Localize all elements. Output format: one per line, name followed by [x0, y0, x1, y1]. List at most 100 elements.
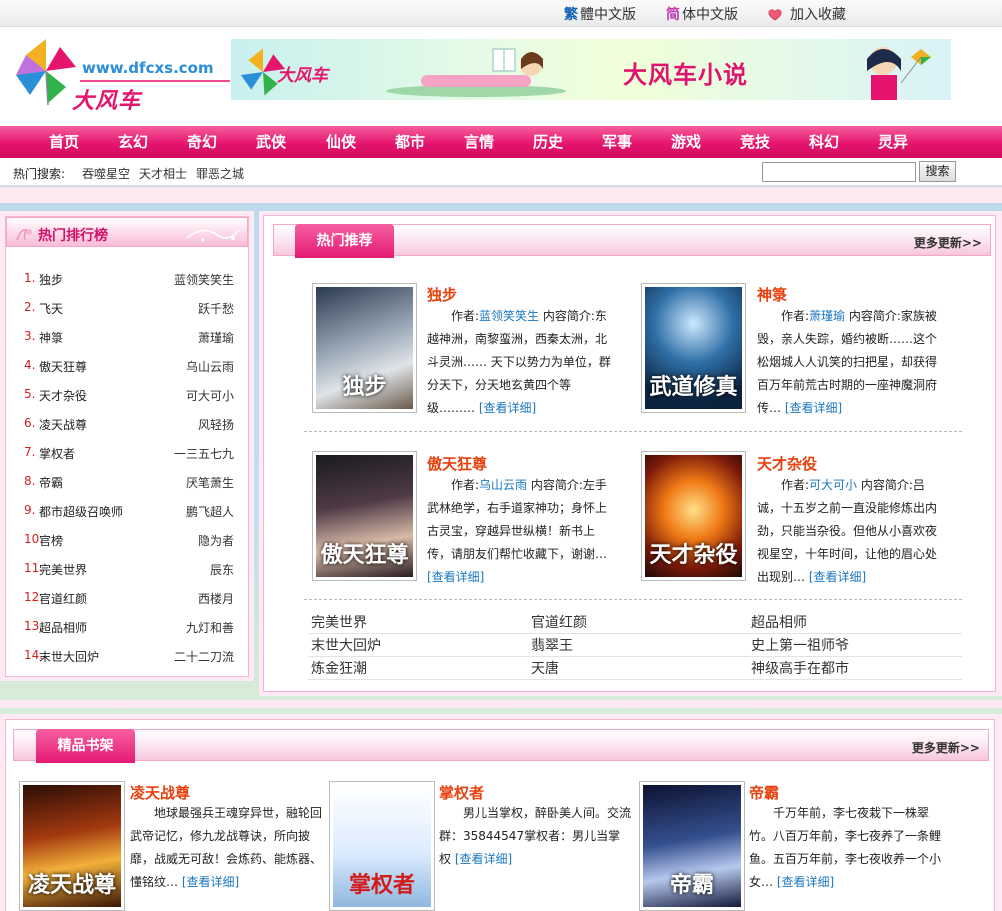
rank-title[interactable]: 独步	[39, 271, 63, 288]
author-link[interactable]: 乌山云雨	[479, 478, 527, 492]
book-title[interactable]: 傲天狂尊	[427, 453, 487, 474]
ranking-item[interactable]: 3. 神箓 萧瑾瑜	[24, 329, 234, 347]
book-title[interactable]: 独步	[427, 284, 457, 305]
cover-text: 帝霸	[669, 873, 714, 898]
recommend-link[interactable]: 神级高手在都市	[751, 658, 849, 678]
row-divider	[304, 431, 962, 432]
ranking-item[interactable]: 4. 傲天狂尊 乌山云雨	[24, 358, 234, 376]
hot-search-link[interactable]: 吞噬星空	[82, 165, 130, 182]
tab-hot-recommend[interactable]: 热门推荐	[295, 224, 394, 258]
book-cover[interactable]: 帝霸	[639, 781, 745, 911]
hot-search-link[interactable]: 罪恶之城	[196, 165, 244, 182]
nav-item-qihuan[interactable]: 奇幻	[172, 126, 232, 158]
view-detail-link[interactable]: [查看详细]	[809, 570, 866, 584]
nav-item-kehuan[interactable]: 科幻	[794, 126, 854, 158]
book-cover[interactable]: 独步	[312, 283, 417, 413]
nav-item-wuxia[interactable]: 武侠	[241, 126, 301, 158]
shelf-more-link[interactable]: 更多更新>>	[912, 739, 980, 756]
ranking-item[interactable]: 14. 末世大回炉 二十二刀流	[24, 648, 234, 666]
rank-number: 4.	[24, 358, 36, 372]
view-detail-link[interactable]: [查看详细]	[427, 570, 484, 584]
author-link[interactable]: 萧瑾瑜	[809, 309, 845, 323]
book-description: 千万年前，李七夜栽下一株翠竹。八百万年前，李七夜养了一条鲤鱼。五百万年前，李七夜…	[749, 802, 941, 902]
rank-author: 隐为者	[197, 534, 234, 548]
nav-item-junshi[interactable]: 军事	[587, 126, 647, 158]
book-cover[interactable]: 武道修真	[641, 283, 746, 413]
ranking-item[interactable]: 6. 凌天战尊 风轻扬	[24, 416, 234, 434]
view-detail-link[interactable]: [查看详细]	[777, 875, 834, 889]
book-intro: 内容简介:吕诚，十五岁之前一直没能修炼出内劲，只能当杂役。但他从小喜欢夜视星空，…	[757, 478, 938, 584]
rank-title[interactable]: 傲天狂尊	[39, 358, 87, 375]
nav-item-lishi[interactable]: 历史	[518, 126, 578, 158]
view-detail-link[interactable]: [查看详细]	[182, 875, 239, 889]
book-cover[interactable]: 凌天战尊	[19, 781, 125, 911]
simplified-chinese-link[interactable]: 简 体中文版	[666, 4, 738, 24]
recommend-link[interactable]: 天唐	[531, 658, 559, 678]
recommend-more-link[interactable]: 更多更新>>	[914, 234, 982, 251]
rank-title[interactable]: 天才杂役	[39, 387, 87, 404]
search-input[interactable]	[762, 162, 916, 182]
view-detail-link[interactable]: [查看详细]	[455, 852, 512, 866]
recommend-link[interactable]: 史上第一祖师爷	[751, 635, 849, 655]
nav-item-jingji[interactable]: 竞技	[725, 126, 785, 158]
ranking-item[interactable]: 2. 飞天 跃千愁	[24, 300, 234, 318]
book-title[interactable]: 神箓	[757, 284, 787, 305]
rank-title[interactable]: 官道红颜	[39, 590, 87, 607]
hot-search-link[interactable]: 天才相士	[139, 165, 187, 182]
recommend-link[interactable]: 超品相师	[751, 612, 807, 632]
ranking-item[interactable]: 10. 官榜 隐为者	[24, 532, 234, 550]
ranking-item[interactable]: 11. 完美世界 辰东	[24, 561, 234, 579]
ranking-item[interactable]: 7. 掌权者 一三五七九	[24, 445, 234, 463]
rank-title[interactable]: 末世大回炉	[39, 648, 99, 665]
book-description: 作者:可大可小 内容简介:吕诚，十五岁之前一直没能修炼出内劲，只能当杂役。但他从…	[757, 474, 944, 590]
book-cover[interactable]: 掌权者	[329, 781, 435, 911]
book-cover[interactable]: 天才杂役	[641, 451, 746, 581]
nav-item-youxi[interactable]: 游戏	[656, 126, 716, 158]
rank-title[interactable]: 官榜	[39, 532, 63, 549]
rank-title[interactable]: 完美世界	[39, 561, 87, 578]
nav-item-xianxia[interactable]: 仙侠	[311, 126, 371, 158]
rank-title[interactable]: 帝霸	[39, 474, 63, 491]
rank-title[interactable]: 飞天	[39, 300, 63, 317]
nav-item-dushi[interactable]: 都市	[380, 126, 440, 158]
nav-item-yanqing[interactable]: 言情	[449, 126, 509, 158]
author-link[interactable]: 可大可小	[809, 478, 857, 492]
book-title[interactable]: 帝霸	[749, 782, 779, 803]
rank-title[interactable]: 超品相师	[39, 619, 87, 636]
rank-title[interactable]: 掌权者	[39, 445, 75, 462]
recommend-link[interactable]: 末世大回炉	[311, 635, 381, 655]
banner[interactable]: 大风车 大风车小说	[231, 39, 951, 100]
view-detail-link[interactable]: [查看详细]	[785, 401, 842, 415]
ranking-item[interactable]: 9. 都市超级召唤师 鹏飞超人	[24, 503, 234, 521]
tab-premium-shelf[interactable]: 精品书架	[36, 729, 135, 763]
recommend-link[interactable]: 翡翠王	[531, 635, 573, 655]
traditional-chinese-link[interactable]: 繁 體中文版	[564, 4, 636, 24]
ranking-item[interactable]: 13. 超品相师 九灯和善	[24, 619, 234, 637]
site-logo[interactable]: www.dfcxs.com 大风车	[14, 37, 230, 114]
search-button[interactable]: 搜索	[919, 161, 956, 182]
nav-item-home[interactable]: 首页	[34, 126, 94, 158]
book-title[interactable]: 凌天战尊	[130, 782, 190, 803]
flower-icon	[16, 229, 32, 241]
author-prefix: 作者:	[781, 478, 810, 492]
recommend-link[interactable]: 官道红颜	[531, 612, 587, 632]
recommend-link[interactable]: 炼金狂潮	[311, 658, 367, 678]
view-detail-link[interactable]: [查看详细]	[479, 401, 536, 415]
book-title[interactable]: 掌权者	[439, 782, 484, 803]
logo-url-text: www.dfcxs.com	[82, 59, 214, 77]
nav-item-xuanhuan[interactable]: 玄幻	[103, 126, 163, 158]
cover-image: 天才杂役	[645, 455, 742, 577]
author-link[interactable]: 蓝领笑笑生	[479, 309, 539, 323]
recommend-link[interactable]: 完美世界	[311, 612, 367, 632]
add-favorite-link[interactable]: 加入收藏	[768, 4, 846, 24]
ranking-item[interactable]: 5. 天才杂役 可大可小	[24, 387, 234, 405]
rank-title[interactable]: 都市超级召唤师	[39, 503, 123, 520]
book-cover[interactable]: 傲天狂尊	[312, 451, 417, 581]
ranking-item[interactable]: 1. 独步 蓝领笑笑生	[24, 271, 234, 289]
ranking-item[interactable]: 12. 官道红颜 西楼月	[24, 590, 234, 608]
book-title[interactable]: 天才杂役	[757, 453, 817, 474]
rank-title[interactable]: 神箓	[39, 329, 63, 346]
nav-item-lingyi[interactable]: 灵异	[863, 126, 923, 158]
rank-title[interactable]: 凌天战尊	[39, 416, 87, 433]
ranking-item[interactable]: 8. 帝霸 厌笔萧生	[24, 474, 234, 492]
